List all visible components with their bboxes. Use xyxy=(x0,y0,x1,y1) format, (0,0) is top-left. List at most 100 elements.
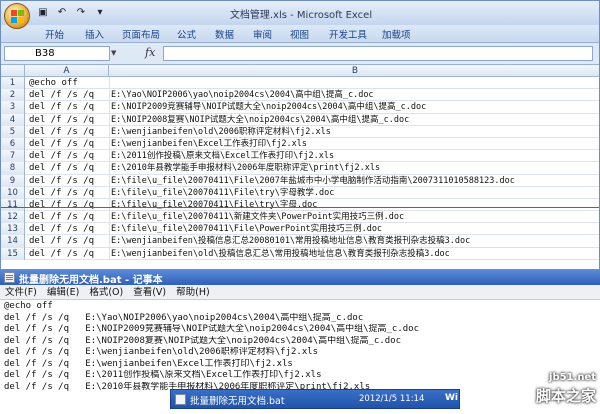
select-all-corner[interactable] xyxy=(1,65,25,77)
cell-a[interactable]: del /f /s /q xyxy=(29,223,94,235)
taskbar-task-button[interactable]: 批量删除无用文档.bat xyxy=(190,393,285,407)
sheet-row: 2 del /f /s /q E:\Yao\NOIP2006\yao\noip200… xyxy=(1,89,599,102)
row-number[interactable]: 5 xyxy=(1,125,25,138)
sheet-row: 10 del /f /s /q E:\file\u_file\20070411\Fi… xyxy=(1,186,599,199)
column-header-a[interactable]: A xyxy=(25,65,109,77)
cell-b[interactable]: E:\file\u_file\20070411\File\2007年盐城市中小学… xyxy=(111,175,515,187)
menu-format[interactable]: 格式(O) xyxy=(89,285,123,299)
column-header-b[interactable]: B xyxy=(109,65,599,77)
tab-view[interactable]: 视图 xyxy=(290,27,309,41)
row-number[interactable]: 10 xyxy=(1,186,25,199)
sheet-row: 13 del /f /s /q E:\file\u_file\20070411\Fi… xyxy=(1,223,599,236)
sheet-row: 4 del /f /s /q E:\NOIP2008复赛\NOIP试题大全\noip… xyxy=(1,113,599,126)
cell-a[interactable]: del /f /s /q xyxy=(29,248,94,260)
column-divider xyxy=(109,77,110,90)
row-number[interactable]: 13 xyxy=(1,223,25,236)
watermark: jb51.net 脚本之家 xyxy=(520,368,600,414)
tab-formulas[interactable]: 公式 xyxy=(177,27,196,41)
sheet-row: 9 del /f /s /q E:\file\u_file\20070411\Fil… xyxy=(1,174,599,187)
column-divider xyxy=(109,113,110,126)
tab-developer[interactable]: 开发工具 xyxy=(329,27,367,41)
column-divider xyxy=(109,174,110,187)
notepad-window-title: 批量删除无用文档.bat - 记事本 xyxy=(19,275,163,286)
cell-b[interactable]: E:\wenjianbeifen\old\投稿信息汇总\常用投稿地址信息\教育类… xyxy=(111,248,450,260)
fx-icon[interactable]: fx xyxy=(145,46,155,59)
watermark-brand: 脚本之家 xyxy=(535,387,596,405)
notepad-icon xyxy=(4,272,15,283)
cell-a[interactable]: del /f /s /q xyxy=(29,187,94,199)
taskbar: 批量删除无用文档.bat 2012/1/5 11:14 Wi xyxy=(170,389,460,409)
row-number[interactable]: 7 xyxy=(1,150,25,163)
sheet-row: 14 del /f /s /q E:\wenjianbeifen\投稿信息汇总200… xyxy=(1,235,599,248)
cell-b[interactable]: E:\wenjianbeifen\投稿信息汇总20080101\常用投稿地址信息… xyxy=(111,235,470,247)
tab-review[interactable]: 审阅 xyxy=(253,27,272,41)
formula-input[interactable] xyxy=(163,46,593,61)
notepad-title-bar: 批量删除无用文档.bat - 记事本 xyxy=(0,270,600,286)
cell-a[interactable]: del /f /s /q xyxy=(29,211,94,223)
cell-a[interactable]: del /f /s /q xyxy=(29,235,94,247)
row-number[interactable]: 4 xyxy=(1,113,25,126)
text-line: del /f /s /q E:\NOIP2008复赛\NOIP试题大全\noip… xyxy=(4,335,402,346)
cell-b[interactable]: E:\NOIP2009竞赛辅导\NOIP试题大全\noip2004cs\2004… xyxy=(111,101,426,113)
tab-insert[interactable]: 插入 xyxy=(85,27,104,41)
row-number[interactable]: 12 xyxy=(1,211,25,224)
tab-page-layout[interactable]: 页面布局 xyxy=(122,27,160,41)
tab-home[interactable]: 开始 xyxy=(45,27,64,41)
row-number[interactable]: 8 xyxy=(1,162,25,175)
cell-b[interactable]: E:\file\u_file\20070411\File\try\字母教学.do… xyxy=(111,187,334,199)
cell-a[interactable]: del /f /s /q xyxy=(29,175,94,187)
ribbon-tabs: 开始 插入 页面布局 公式 数据 审阅 视图 开发工具 加载项 xyxy=(1,25,599,43)
cell-a[interactable]: del /f /s /q xyxy=(29,89,94,101)
cell-a[interactable]: del /f /s /q xyxy=(29,150,94,162)
sheet-row: 8 del /f /s /q E:\2010年县教学能手申报材料\2006年度职称评… xyxy=(1,162,599,175)
column-divider xyxy=(109,198,110,212)
cell-b[interactable]: E:\2010年县教学能手申报材料\2006年度职称评定\print\fj2.x… xyxy=(111,162,380,174)
sheet-row: 11 del /f /s /q E:\file\u_file\20070411\Fi… xyxy=(1,198,599,212)
cell-b[interactable]: E:\file\u_file\20070411\新建文件夹\PowerPoint… xyxy=(111,211,404,223)
row-number[interactable]: 6 xyxy=(1,137,25,151)
cell-a[interactable]: del /f /s /q xyxy=(29,162,94,174)
cell-b[interactable]: E:\file\u_file\20070411\File\try\字母.doc xyxy=(111,199,317,211)
menu-edit[interactable]: 编辑(E) xyxy=(47,285,79,299)
marker-line xyxy=(1,207,599,208)
tab-add-ins[interactable]: 加载项 xyxy=(382,27,411,41)
cell-a[interactable]: del /f /s /q xyxy=(29,101,94,113)
cell-b[interactable]: E:\NOIP2008复赛\NOIP试题大全\noip2004cs\2004\高… xyxy=(111,114,409,126)
text-line: del /f /s /q E:\NOIP2009竞赛辅导\NOIP试题大全\no… xyxy=(4,324,420,334)
office-button[interactable] xyxy=(4,3,30,29)
cell-b[interactable]: E:\file\u_file\20070411\File\PowerPoint实… xyxy=(111,223,382,235)
tab-data[interactable]: 数据 xyxy=(215,27,234,41)
cell-b[interactable]: E:\wenjianbeifen\old\2006职称评定材料\fj2.xls xyxy=(111,126,331,138)
chevron-down-icon[interactable]: ▼ xyxy=(111,46,121,61)
cell-b[interactable]: E:\wenjianbeifen\Excel工作表打印\fj2.xls xyxy=(111,138,307,150)
cell-a[interactable]: del /f /s /q xyxy=(29,138,94,150)
sheet-row: 5 del /f /s /q E:\wenjianbeifen\old\2006职称… xyxy=(1,125,599,138)
notepad-menu-bar: 文件(F) 编辑(E) 格式(O) 查看(V) 帮助(H) xyxy=(0,285,600,300)
notepad-icon xyxy=(175,394,186,405)
cell-b[interactable]: E:\Yao\NOIP2006\yao\noip2004cs\2004\高中组\… xyxy=(111,89,374,101)
cell-a[interactable]: @echo off xyxy=(29,77,78,89)
watermark-url: jb51.net xyxy=(549,372,596,383)
column-divider xyxy=(109,101,110,114)
cell-b[interactable]: E:\2011创作投稿\原来文档\Excel工作表打印\fj2.xls xyxy=(111,150,334,162)
name-box[interactable]: B38 xyxy=(4,46,110,61)
menu-help[interactable]: 帮助(H) xyxy=(176,285,210,299)
row-number[interactable]: 15 xyxy=(1,247,25,260)
cell-a[interactable]: del /f /s /q xyxy=(29,126,94,138)
excel-window: ▣ ↶ ↷ ▾ 文档管理.xls - Microsoft Excel 开始 插入… xyxy=(0,0,600,270)
row-number[interactable]: 2 xyxy=(1,89,25,102)
worksheet-grid[interactable]: A B 1 @echo off 2 del /f /s /q E:\Yao\NOIP20… xyxy=(1,65,599,269)
row-number[interactable]: 1 xyxy=(1,77,25,90)
row-number[interactable]: 9 xyxy=(1,174,25,187)
sheet-row: 1 @echo off xyxy=(1,77,599,90)
menu-view[interactable]: 查看(V) xyxy=(133,285,166,299)
text-line: del /f /s /q E:\wenjianbeifen\old\2006职称… xyxy=(4,347,319,357)
column-divider xyxy=(109,223,110,236)
cell-a[interactable]: del /f /s /q xyxy=(29,114,94,126)
row-number[interactable]: 3 xyxy=(1,101,25,114)
text-line: del /f /s /q E:\Yao\NOIP2006\yao\noip200… xyxy=(4,312,364,323)
cell-a[interactable]: del /f /s /q xyxy=(29,199,94,211)
menu-file[interactable]: 文件(F) xyxy=(5,285,37,299)
row-number[interactable]: 14 xyxy=(1,235,25,248)
row-number[interactable]: 11 xyxy=(1,198,25,212)
